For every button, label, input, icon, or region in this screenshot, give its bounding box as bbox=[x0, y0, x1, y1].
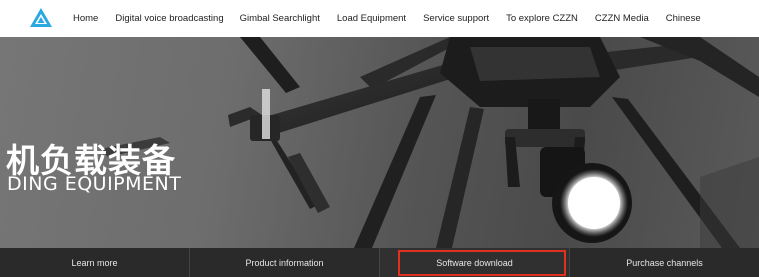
tab-software-download[interactable]: Software download bbox=[380, 248, 570, 277]
tab-product-information[interactable]: Product information bbox=[190, 248, 380, 277]
tab-label: Purchase channels bbox=[626, 257, 703, 268]
tab-purchase-channels[interactable]: Purchase channels bbox=[570, 248, 759, 277]
nav-menu: Home Digital voice broadcasting Gimbal S… bbox=[73, 0, 718, 37]
tab-label: Learn more bbox=[71, 257, 118, 268]
nav-item-digital-voice-broadcasting[interactable]: Digital voice broadcasting bbox=[115, 13, 223, 24]
nav-item-czzn-media[interactable]: CZZN Media bbox=[595, 13, 649, 24]
nav-item-language-chinese[interactable]: Chinese bbox=[666, 13, 701, 24]
section-tab-bar: Learn more Product information Software … bbox=[0, 248, 759, 277]
nav-item-gimbal-searchlight[interactable]: Gimbal Searchlight bbox=[240, 13, 320, 24]
hero-banner: 机负载装备 DING EQUIPMENT bbox=[0, 37, 759, 248]
nav-item-explore-czzn[interactable]: To explore CZZN bbox=[506, 13, 578, 24]
tab-label: Software download bbox=[436, 257, 513, 268]
nav-item-service-support[interactable]: Service support bbox=[423, 13, 489, 24]
nav-item-home[interactable]: Home bbox=[73, 13, 98, 24]
top-navigation: Home Digital voice broadcasting Gimbal S… bbox=[0, 0, 759, 37]
czzn-logo-icon[interactable] bbox=[30, 8, 52, 27]
hero-title-english: DING EQUIPMENT bbox=[7, 173, 182, 195]
nav-item-load-equipment[interactable]: Load Equipment bbox=[337, 13, 406, 24]
tab-label: Product information bbox=[245, 257, 324, 268]
tab-learn-more[interactable]: Learn more bbox=[0, 248, 190, 277]
